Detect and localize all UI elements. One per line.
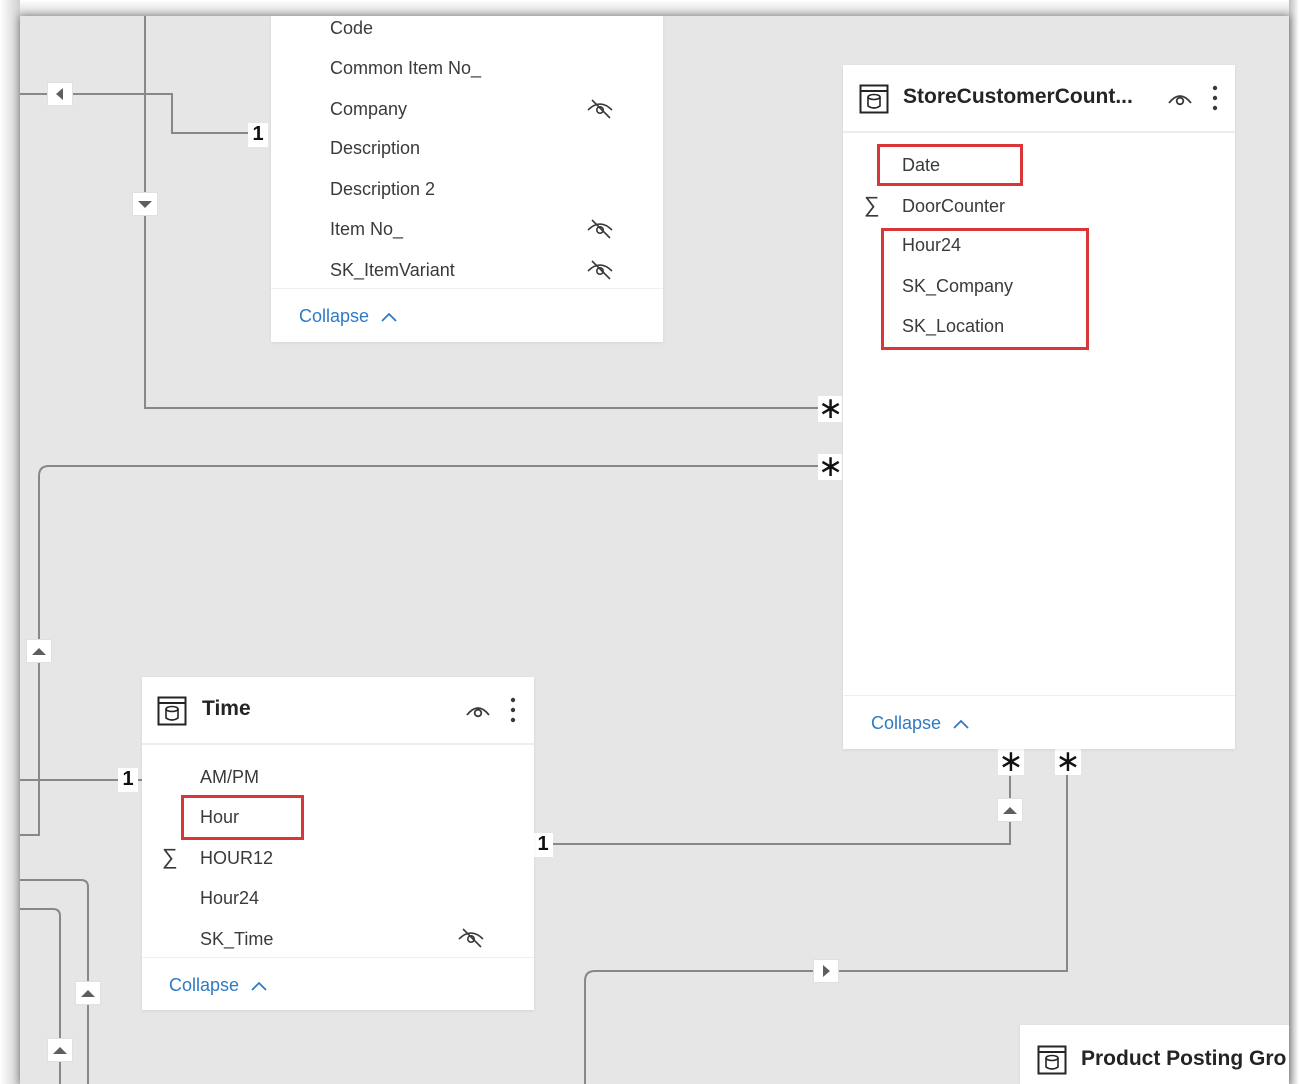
- eye-hidden-icon[interactable]: [585, 216, 615, 242]
- model-view-frame: 1 ∗ ∗ 1 1 ∗ ∗ Code Common Item No_ Compa…: [0, 0, 1299, 1084]
- caret-up-button[interactable]: [26, 639, 52, 663]
- caret-left-icon: [56, 88, 63, 100]
- card-footer-divider: [271, 288, 663, 289]
- caret-right-icon: [823, 965, 830, 977]
- eye-icon[interactable]: [1167, 89, 1193, 107]
- collapse-button[interactable]: Collapse: [871, 713, 970, 734]
- collapse-button[interactable]: Collapse: [169, 975, 268, 996]
- relationship-many-marker: ∗: [818, 450, 844, 483]
- card-footer-divider: [843, 695, 1235, 696]
- field-sk-time[interactable]: SK_Time: [200, 929, 273, 950]
- caret-up-button[interactable]: [997, 798, 1023, 822]
- card-header[interactable]: Time: [142, 677, 534, 745]
- collapse-label: Collapse: [299, 306, 370, 326]
- field-am-pm[interactable]: AM/PM: [200, 767, 259, 788]
- highlight-box-date: [877, 144, 1023, 186]
- card-title: Product Posting Gro: [1081, 1047, 1287, 1070]
- field-hour12[interactable]: HOUR12: [200, 848, 273, 869]
- relationship-line[interactable]: [584, 774, 1068, 1084]
- table-card-product-posting-group[interactable]: Product Posting Gro: [1020, 1025, 1289, 1084]
- eye-hidden-icon[interactable]: [585, 257, 615, 283]
- collapse-label: Collapse: [169, 975, 240, 995]
- table-icon: [157, 696, 187, 726]
- card-header[interactable]: StoreCustomerCount...: [843, 65, 1235, 133]
- caret-up-icon: [81, 990, 95, 997]
- highlight-box-key-fields: [881, 228, 1089, 350]
- table-icon: [1037, 1045, 1067, 1075]
- caret-down-button[interactable]: [132, 192, 158, 216]
- eye-icon[interactable]: [465, 701, 491, 719]
- sigma-icon: ∑: [162, 844, 178, 869]
- field-description-2[interactable]: Description 2: [330, 179, 435, 200]
- caret-up-icon: [53, 1047, 67, 1054]
- field-company[interactable]: Company: [330, 99, 407, 120]
- caret-up-button[interactable]: [75, 981, 101, 1005]
- field-common-item-no[interactable]: Common Item No_: [330, 58, 481, 79]
- relationship-one-marker: 1: [248, 123, 268, 147]
- model-canvas[interactable]: 1 ∗ ∗ 1 1 ∗ ∗ Code Common Item No_ Compa…: [20, 16, 1289, 1084]
- field-item-no[interactable]: Item No_: [330, 219, 403, 240]
- caret-left-button[interactable]: [47, 82, 73, 106]
- field-description[interactable]: Description: [330, 138, 420, 159]
- table-card-item[interactable]: Code Common Item No_ Company Description…: [271, 16, 663, 342]
- caret-down-icon: [138, 201, 152, 208]
- caret-up-icon: [1003, 807, 1017, 814]
- collapse-button[interactable]: Collapse: [299, 306, 398, 327]
- caret-right-button[interactable]: [813, 959, 839, 983]
- frame-shadow-right: [1289, 0, 1299, 1084]
- card-title: Time: [202, 697, 251, 720]
- chevron-up-icon: [953, 719, 969, 729]
- eye-hidden-icon[interactable]: [456, 925, 486, 951]
- more-options-icon[interactable]: [1211, 85, 1219, 111]
- relationship-one-marker: 1: [118, 768, 138, 792]
- chevron-up-icon: [381, 312, 397, 322]
- card-footer-divider: [142, 957, 534, 958]
- caret-up-icon: [32, 648, 46, 655]
- field-code[interactable]: Code: [330, 18, 373, 39]
- field-doorcounter[interactable]: DoorCounter: [902, 196, 1005, 217]
- card-title: StoreCustomerCount...: [903, 85, 1133, 108]
- caret-up-button[interactable]: [47, 1038, 73, 1062]
- collapse-label: Collapse: [871, 713, 942, 733]
- more-options-icon[interactable]: [509, 697, 517, 723]
- highlight-box-hour: [181, 795, 304, 840]
- chevron-up-icon: [251, 981, 267, 991]
- relationship-many-marker: ∗: [818, 392, 844, 425]
- frame-shadow-left: [0, 0, 20, 1084]
- relationship-many-marker: ∗: [998, 745, 1024, 778]
- eye-hidden-icon[interactable]: [585, 96, 615, 122]
- field-hour24[interactable]: Hour24: [200, 888, 259, 909]
- sigma-icon: ∑: [864, 192, 880, 217]
- relationship-line[interactable]: [553, 776, 1011, 845]
- relationship-one-marker: 1: [533, 833, 553, 857]
- field-sk-itemvariant[interactable]: SK_ItemVariant: [330, 260, 455, 281]
- table-card-time[interactable]: Time AM/PM Hour ∑ HOUR12 Hour24 SK_Time: [142, 677, 534, 1010]
- relationship-many-marker: ∗: [1055, 745, 1081, 778]
- frame-shadow-top: [0, 0, 1299, 16]
- table-icon: [859, 84, 889, 114]
